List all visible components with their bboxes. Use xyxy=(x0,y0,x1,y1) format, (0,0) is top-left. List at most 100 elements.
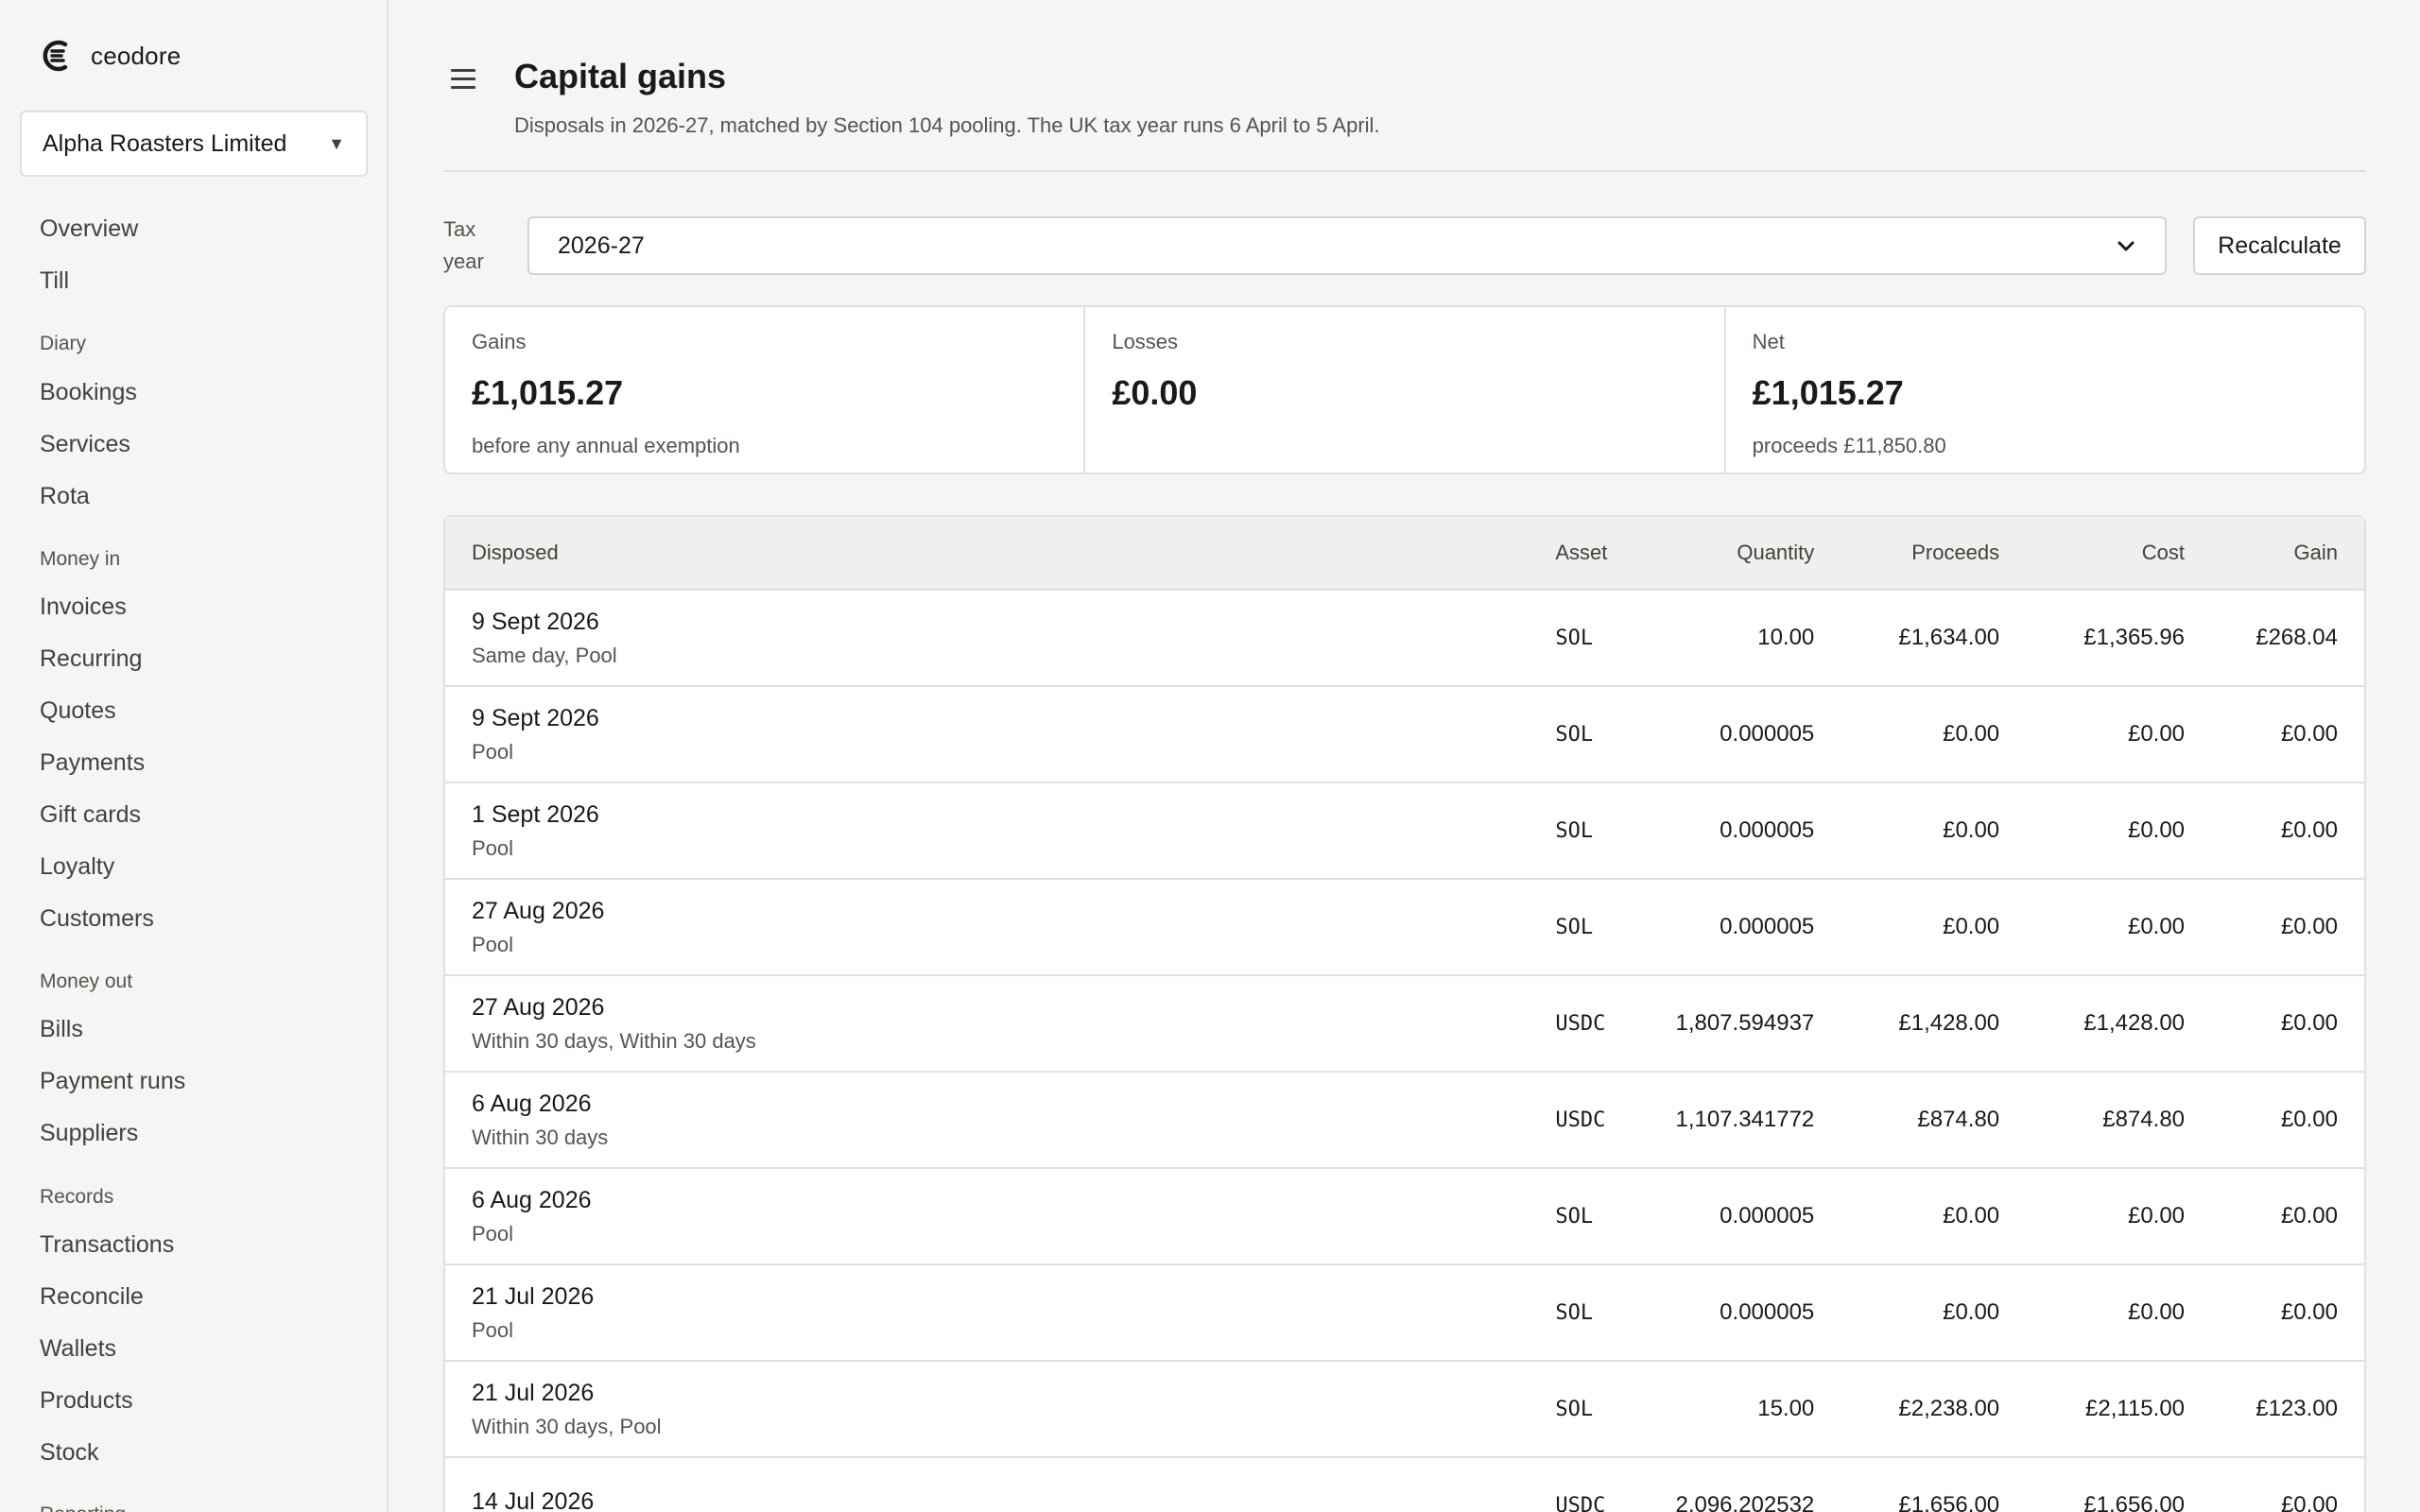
nav-section-records: Records xyxy=(40,1186,114,1208)
nav-payment-runs[interactable]: Payment runs xyxy=(40,1062,185,1100)
nav-quotes[interactable]: Quotes xyxy=(40,692,116,730)
recalculate-button[interactable]: Recalculate xyxy=(2193,216,2366,275)
nav-recurring[interactable]: Recurring xyxy=(40,640,142,678)
gain-cell: £123.00 xyxy=(2211,1361,2364,1458)
proceeds-cell: £0.00 xyxy=(1841,1168,2027,1265)
nav-till[interactable]: Till xyxy=(40,262,69,300)
proceeds-cell: £0.00 xyxy=(1841,686,2027,783)
quantity-cell: 1,107.341772 xyxy=(1642,1072,1841,1169)
nav-bookings[interactable]: Bookings xyxy=(40,373,137,411)
nav-services[interactable]: Services xyxy=(40,425,130,463)
nav-bills[interactable]: Bills xyxy=(40,1010,83,1048)
disposals-table: Disposed Asset Quantity Proceeds Cost Ga… xyxy=(443,515,2366,1512)
column-header-disposed[interactable]: Disposed xyxy=(445,517,1530,591)
chevron-down-icon xyxy=(2118,241,2135,251)
asset-cell: USDC xyxy=(1529,975,1643,1073)
tax-year-label: Tax year xyxy=(443,217,484,273)
disposal-date: 9 Sept 2026 xyxy=(472,704,599,731)
quantity-cell: 0.000005 xyxy=(1642,879,1841,976)
disposal-date: 1 Sept 2026 xyxy=(472,800,599,828)
asset-cell: SOL xyxy=(1529,782,1643,880)
asset-cell: USDC xyxy=(1529,1072,1643,1169)
proceeds-cell: £1,428.00 xyxy=(1841,975,2027,1073)
nav-wallets[interactable]: Wallets xyxy=(40,1330,116,1367)
gain-cell: £0.00 xyxy=(2211,1264,2364,1362)
cost-cell: £1,365.96 xyxy=(2026,590,2212,687)
organisation-select[interactable]: Alpha Roasters Limited ▼ xyxy=(20,111,368,177)
gain-cell: £268.04 xyxy=(2211,590,2364,687)
cost-cell: £874.80 xyxy=(2026,1072,2212,1169)
matching-rule: Pool xyxy=(472,932,514,956)
table-row[interactable]: 1 Sept 2026 Pool SOL 0.000005 £0.00 £0.00… xyxy=(445,782,2364,880)
net-label: Net xyxy=(1752,330,1785,353)
gains-card: Gains £1,015.27 before any annual exempt… xyxy=(445,307,1086,472)
matching-rule: Within 30 days xyxy=(472,1125,609,1149)
nav-invoices[interactable]: Invoices xyxy=(40,588,127,626)
nav-products[interactable]: Products xyxy=(40,1382,133,1419)
disposal-date: 14 Jul 2026 xyxy=(472,1487,595,1512)
page-subtitle: Disposals in 2026-27, matched by Section… xyxy=(514,113,1380,137)
gain-cell: £0.00 xyxy=(2211,1168,2364,1265)
column-header-gain[interactable]: Gain xyxy=(2211,517,2364,591)
disposal-date: 21 Jul 2026 xyxy=(472,1379,595,1406)
asset-cell: SOL xyxy=(1529,1361,1643,1458)
gain-cell: £0.00 xyxy=(2211,1457,2364,1512)
proceeds-cell: £1,656.00 xyxy=(1841,1457,2027,1512)
cost-cell: £0.00 xyxy=(2026,1264,2212,1362)
table-row[interactable]: 14 Jul 2026 USDC 2,096.202532 £1,656.00 … xyxy=(445,1457,2364,1512)
gain-cell: £0.00 xyxy=(2211,879,2364,976)
nav-suppliers[interactable]: Suppliers xyxy=(40,1114,138,1152)
cost-cell: £2,115.00 xyxy=(2026,1361,2212,1458)
organisation-name: Alpha Roasters Limited xyxy=(43,129,287,157)
nav-stock[interactable]: Stock xyxy=(40,1434,99,1471)
table-body: 9 Sept 2026 Same day, Pool SOL 10.00 £1,6… xyxy=(445,590,2364,1512)
column-header-quantity[interactable]: Quantity xyxy=(1642,517,1841,591)
nav-payments[interactable]: Payments xyxy=(40,744,145,782)
quantity-cell: 2,096.202532 xyxy=(1642,1457,1841,1512)
asset-cell: USDC xyxy=(1529,1457,1643,1512)
nav-section-money-out: Money out xyxy=(40,971,133,992)
proceeds-cell: £0.00 xyxy=(1841,782,2027,880)
column-header-proceeds[interactable]: Proceeds xyxy=(1841,517,2027,591)
table-row[interactable]: 21 Jul 2026 Within 30 days, Pool SOL 15.0… xyxy=(445,1361,2364,1458)
matching-rule: Pool xyxy=(472,739,514,764)
matching-rule: Within 30 days, Pool xyxy=(472,1414,662,1438)
nav-overview[interactable]: Overview xyxy=(40,210,138,248)
disposal-date: 27 Aug 2026 xyxy=(472,897,605,924)
ceodore-logo-icon xyxy=(43,40,68,72)
table-row[interactable]: 21 Jul 2026 Pool SOL 0.000005 £0.00 £0.00… xyxy=(445,1264,2364,1362)
nav-gift-cards[interactable]: Gift cards xyxy=(40,796,141,833)
table-row[interactable]: 6 Aug 2026 Within 30 days USDC 1,107.3417… xyxy=(445,1072,2364,1169)
cost-cell: £0.00 xyxy=(2026,782,2212,880)
nav-reconcile[interactable]: Reconcile xyxy=(40,1278,144,1315)
nav-transactions[interactable]: Transactions xyxy=(40,1226,174,1263)
losses-card: Losses £0.00 xyxy=(1085,307,1726,472)
table-row[interactable]: 27 Aug 2026 Within 30 days, Within 30 day… xyxy=(445,975,2364,1073)
page-title: Capital gains xyxy=(514,57,727,95)
table-row[interactable]: 9 Sept 2026 Same day, Pool SOL 10.00 £1,6… xyxy=(445,590,2364,687)
disposal-date: 6 Aug 2026 xyxy=(472,1186,592,1213)
brand[interactable]: ceodore xyxy=(40,36,181,76)
nav-loyalty[interactable]: Loyalty xyxy=(40,848,114,885)
cost-cell: £0.00 xyxy=(2026,879,2212,976)
main-content: Capital gains Disposals in 2026-27, matc… xyxy=(390,0,2420,1512)
tax-year-select[interactable]: 2026-27 xyxy=(527,216,2167,275)
gains-label: Gains xyxy=(472,330,527,353)
nav-customers[interactable]: Customers xyxy=(40,900,154,937)
disposal-date: 21 Jul 2026 xyxy=(472,1282,595,1310)
menu-toggle-button[interactable] xyxy=(451,64,479,93)
cost-cell: £0.00 xyxy=(2026,1168,2212,1265)
gains-note: before any annual exemption xyxy=(472,434,740,457)
column-header-cost[interactable]: Cost xyxy=(2026,517,2212,591)
nav-rota[interactable]: Rota xyxy=(40,477,90,515)
column-header-asset[interactable]: Asset xyxy=(1529,517,1643,591)
table-row[interactable]: 9 Sept 2026 Pool SOL 0.000005 £0.00 £0.00… xyxy=(445,686,2364,783)
hamburger-icon xyxy=(451,77,475,80)
net-card: Net £1,015.27 proceeds £11,850.80 xyxy=(1726,307,2364,472)
table-row[interactable]: 27 Aug 2026 Pool SOL 0.000005 £0.00 £0.00… xyxy=(445,879,2364,976)
table-row[interactable]: 6 Aug 2026 Pool SOL 0.000005 £0.00 £0.00 … xyxy=(445,1168,2364,1265)
matching-rule: Pool xyxy=(472,1317,514,1342)
gain-cell: £0.00 xyxy=(2211,782,2364,880)
app-name: ceodore xyxy=(91,41,182,70)
quantity-cell: 0.000005 xyxy=(1642,782,1841,880)
